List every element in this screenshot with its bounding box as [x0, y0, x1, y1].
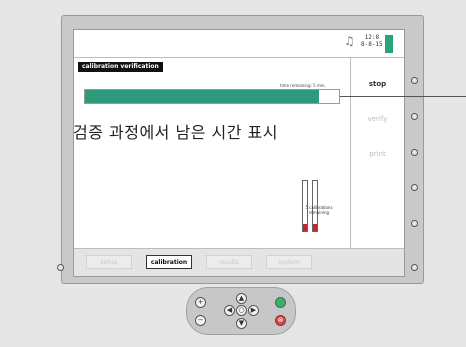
bell-icon: ♫	[344, 34, 355, 48]
arrow-left-icon[interactable]: ◀	[224, 305, 235, 316]
annotation-pointer-line	[340, 96, 466, 97]
page-title: calibration verification	[78, 62, 163, 72]
red-cancel-icon[interactable]: ⊗	[275, 315, 286, 326]
arrow-right-icon[interactable]: ▶	[248, 305, 259, 316]
tab-results[interactable]: results	[206, 255, 252, 269]
side-button-5[interactable]	[411, 220, 418, 227]
tab-bar: setup calibration results system	[74, 248, 404, 276]
side-button-6[interactable]	[411, 264, 418, 271]
device-screen: ♫ 12:8 8-8-15 calibration verification t…	[73, 29, 405, 277]
status-bar: ♫ 12:8 8-8-15	[74, 30, 404, 58]
softkey-verify[interactable]: verify	[351, 115, 404, 123]
navigation-keypad: + − ▲ ◀ ○ ▶ ▼ ⊗	[186, 287, 296, 335]
minus-icon[interactable]: −	[195, 315, 206, 326]
plus-icon[interactable]: +	[195, 297, 206, 308]
side-button-left[interactable]	[57, 264, 64, 271]
time-remaining-label: time remaining: 5 min.	[280, 83, 326, 88]
tab-setup[interactable]: setup	[86, 255, 132, 269]
status-indicator	[385, 35, 393, 53]
date-text: 8-8-15	[361, 41, 383, 48]
tab-system[interactable]: system	[266, 255, 312, 269]
progress-bar	[84, 89, 340, 104]
tab-calibration[interactable]: calibration	[146, 255, 192, 269]
center-select-button[interactable]: ○	[236, 305, 247, 316]
calibrations-remaining-text: 5 calibrations remaining	[305, 205, 333, 215]
green-ok-icon[interactable]	[275, 297, 286, 308]
side-button-4[interactable]	[411, 184, 418, 191]
softkey-print[interactable]: print	[351, 150, 404, 158]
arrow-down-icon[interactable]: ▼	[236, 318, 247, 329]
annotation-text: 검증 과정에서 남은 시간 표시	[73, 123, 278, 142]
softkey-stop[interactable]: stop	[351, 80, 404, 88]
side-button-3[interactable]	[411, 149, 418, 156]
side-button-1[interactable]	[411, 77, 418, 84]
side-button-2[interactable]	[411, 113, 418, 120]
datetime-readout: 12:8 8-8-15	[361, 34, 383, 48]
arrow-up-icon[interactable]: ▲	[236, 293, 247, 304]
progress-fill	[85, 90, 319, 103]
softkey-panel: stop verify print	[350, 58, 404, 248]
time-text: 12:8	[364, 34, 380, 41]
main-content: calibration verification time remaining:…	[74, 58, 350, 248]
